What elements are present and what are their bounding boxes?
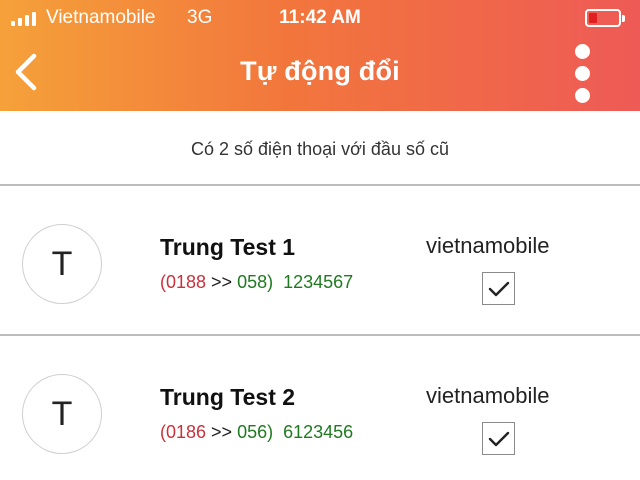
- provider-label: vietnamobile: [426, 233, 550, 258]
- battery-level: [589, 13, 597, 23]
- contact-name: Trung Test 2: [160, 384, 296, 410]
- status-bar: Vietnamobile 3G 11:42 AM: [0, 0, 640, 36]
- info-bar: Có 2 số điện thoại với đầu số cũ: [0, 111, 640, 186]
- select-checkbox[interactable]: [482, 422, 515, 455]
- list-item: T Trung Test 2 (0186 >> 056) 6123456 vie…: [0, 338, 640, 480]
- checkmark-icon: [488, 431, 509, 446]
- old-prefix: (0188: [160, 272, 207, 292]
- old-prefix: (0186: [160, 422, 207, 442]
- subscriber-number: 6123456: [273, 422, 354, 442]
- list-item: T Trung Test 1 (0188 >> 058) 1234567 vie…: [0, 188, 640, 336]
- page-title: Tự động đổi: [240, 56, 400, 86]
- arrow-text: >>: [206, 272, 238, 292]
- nav-bar: Tự động đổi: [0, 36, 640, 111]
- more-vertical-icon: [575, 88, 590, 103]
- arrow-text: >>: [206, 422, 238, 442]
- contact-name: Trung Test 1: [160, 234, 296, 260]
- avatar: T: [22, 374, 102, 454]
- status-time: 11:42 AM: [279, 7, 361, 28]
- new-prefix: 056): [237, 422, 274, 442]
- checkmark-icon: [488, 281, 509, 296]
- old-prefix-count-text: Có 2 số điện thoại với đầu số cũ: [191, 139, 449, 159]
- subscriber-number: 1234567: [273, 272, 354, 292]
- more-vertical-icon: [575, 44, 590, 59]
- phone-number: (0186 >> 056) 6123456: [160, 422, 353, 443]
- header: Vietnamobile 3G 11:42 AM Tự động đổi: [0, 0, 640, 111]
- more-options-button[interactable]: [570, 40, 596, 104]
- battery-icon: [585, 9, 625, 27]
- phone-number: (0188 >> 058) 1234567: [160, 272, 353, 293]
- more-vertical-icon: [575, 66, 590, 81]
- provider-label: vietnamobile: [426, 383, 550, 408]
- select-checkbox[interactable]: [482, 272, 515, 305]
- new-prefix: 058): [237, 272, 274, 292]
- avatar: T: [22, 224, 102, 304]
